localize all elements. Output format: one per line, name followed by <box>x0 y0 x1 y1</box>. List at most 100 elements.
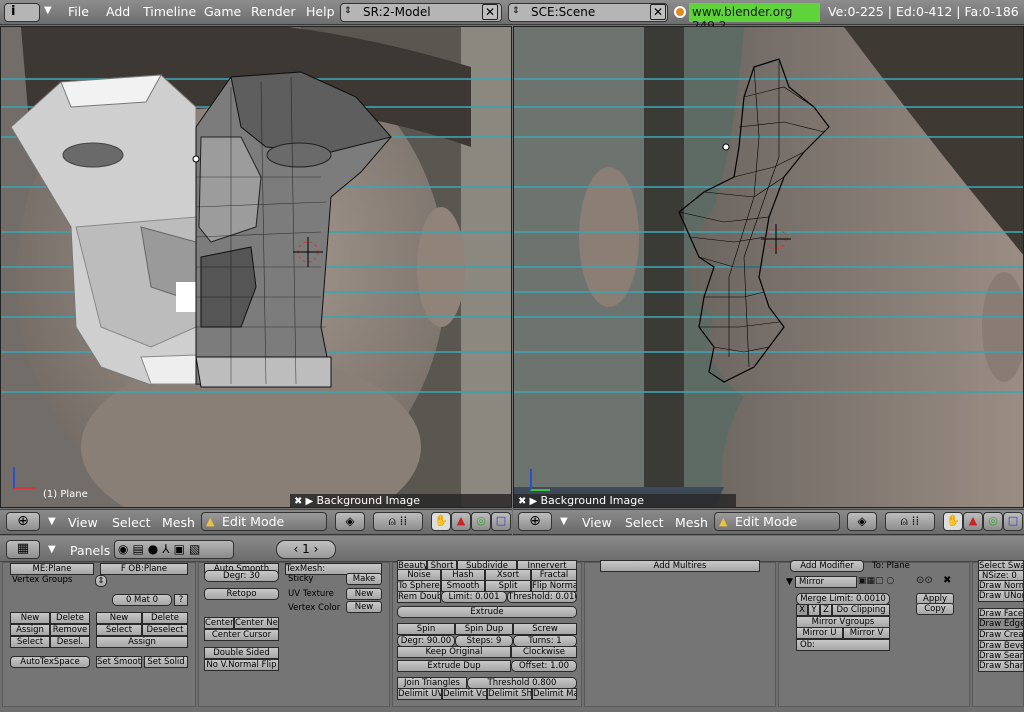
vgroup-select-button[interactable]: Select <box>10 636 50 648</box>
mirror-u-toggle[interactable]: Mirror U <box>796 627 843 639</box>
mirror-v-toggle[interactable]: Mirror V <box>843 627 890 639</box>
screen-selector[interactable]: SR:2-Model <box>340 3 502 22</box>
set-smooth-button[interactable]: Set Smoot <box>96 656 142 668</box>
editor-type-icon[interactable]: ⊕ <box>6 512 40 531</box>
background-image-bar[interactable]: ✖ ▶ Background Image <box>290 494 511 507</box>
menu-file[interactable]: File <box>68 4 89 19</box>
menu-render[interactable]: Render <box>251 4 296 19</box>
viewport-side[interactable]: ✖ ▶ Background Image <box>513 26 1024 508</box>
translate-icon[interactable]: ▲ <box>963 512 983 531</box>
axis-y-toggle[interactable]: Y <box>808 604 820 616</box>
rotate-icon[interactable]: ◎ <box>983 512 1003 531</box>
spin-button[interactable]: Spin <box>397 623 455 635</box>
layer-icon[interactable]: ⍝ ⁞⁞ <box>373 512 423 531</box>
delimit-vco-toggle[interactable]: Delimit Vco <box>442 688 487 700</box>
menu-select[interactable]: Select <box>625 515 664 530</box>
material-stepper[interactable]: 0 Mat 0 <box>112 594 172 606</box>
manipulator-hand-icon[interactable]: ✋ <box>943 512 963 531</box>
clockwise-toggle[interactable]: Clockwise <box>511 646 577 658</box>
pivot-selector[interactable]: ◈ <box>847 512 877 531</box>
menu-view[interactable]: View <box>582 515 612 530</box>
pivot-selector[interactable]: ◈ <box>335 512 365 531</box>
layer-icon[interactable]: ⍝ ⁞⁞ <box>885 512 935 531</box>
menu-mesh[interactable]: Mesh <box>162 515 195 530</box>
limit-field[interactable]: Limit: 0.001 <box>441 591 507 603</box>
vertex-color-new-button[interactable]: New <box>346 601 382 613</box>
object-name-field[interactable]: F OB:Plane <box>100 563 188 575</box>
material-new-button[interactable]: New <box>96 612 142 624</box>
remove-doubles-button[interactable]: Rem Doubl <box>397 591 441 603</box>
threshold-field[interactable]: Threshold: 0.010 <box>507 591 577 603</box>
menu-game[interactable]: Game <box>204 4 241 19</box>
double-sided-toggle[interactable]: Double Sided <box>204 647 279 659</box>
retopo-toggle[interactable]: Retopo <box>204 588 279 600</box>
axis-x-toggle[interactable]: X <box>796 604 808 616</box>
translate-icon[interactable]: ▲ <box>451 512 471 531</box>
header-collapse-icon[interactable]: ▼ <box>560 516 568 527</box>
vgroup-delete-button[interactable]: Delete <box>50 612 90 624</box>
extrude-dup-button[interactable]: Extrude Dup <box>397 660 511 672</box>
modifier-remove-icon[interactable]: ✖ <box>943 575 951 586</box>
page-stepper[interactable]: ‹ 1 › <box>276 540 336 559</box>
vertex-groups-menu[interactable]: ⇕ <box>95 575 107 587</box>
material-help[interactable]: ? <box>174 594 188 606</box>
vgroup-remove-button[interactable]: Remove <box>50 624 90 636</box>
mode-selector[interactable]: Edit Mode <box>201 512 327 531</box>
modifier-move-icons[interactable]: ⊙⊙ <box>916 575 933 586</box>
viewport-front[interactable]: (1) Plane ✖ ▶ Background Image <box>0 26 512 508</box>
menu-timeline[interactable]: Timeline <box>143 4 196 19</box>
mesh-front[interactable] <box>1 27 512 508</box>
add-modifier-menu[interactable]: Add Modifier <box>790 560 864 572</box>
set-solid-button[interactable]: Set Solid <box>144 656 188 668</box>
material-deselect-button[interactable]: Deselect <box>142 624 188 636</box>
context-tabs[interactable]: ◉▤●⅄▣▧ <box>114 540 234 559</box>
keep-original-toggle[interactable]: Keep Original <box>397 646 511 658</box>
offset-field[interactable]: Offset: 1.00 <box>511 660 577 672</box>
vgroup-assign-button[interactable]: Assign <box>10 624 50 636</box>
vgroup-deselect-button[interactable]: Desel. <box>50 636 90 648</box>
screw-button[interactable]: Screw <box>513 623 577 635</box>
screen-delete-icon[interactable]: ✕ <box>482 4 498 20</box>
copy-modifier-button[interactable]: Copy <box>916 603 954 615</box>
vgroup-new-button[interactable]: New <box>10 612 50 624</box>
material-delete-button[interactable]: Delete <box>142 612 188 624</box>
smooth-degree-field[interactable]: Degr: 30 <box>204 570 279 582</box>
menu-add[interactable]: Add <box>106 4 130 19</box>
mirror-object-field[interactable]: Ob: <box>796 639 890 651</box>
header-collapse-icon[interactable]: ▼ <box>48 516 56 527</box>
modifier-visibility-icons[interactable]: ▣▦▢ ○ <box>858 576 894 586</box>
scale-icon[interactable]: □ <box>1003 512 1023 531</box>
menu-view[interactable]: View <box>68 515 98 530</box>
scale-icon[interactable]: □ <box>491 512 511 531</box>
no-normal-flip-toggle[interactable]: No V.Normal Flip <box>204 659 279 671</box>
center-cursor-button[interactable]: Center Cursor <box>204 629 279 641</box>
do-clipping-toggle[interactable]: Do Clipping <box>832 604 890 616</box>
delimit-uv-toggle[interactable]: Delimit UV <box>397 688 442 700</box>
scene-menu-icon[interactable]: ⇕ <box>512 6 520 16</box>
delimit-sha-toggle[interactable]: Delimit Sha <box>487 688 532 700</box>
draw-unormals-toggle[interactable]: Draw UNormals <box>978 590 1024 602</box>
screen-menu-icon[interactable]: ⇕ <box>344 6 352 16</box>
info-icon[interactable]: i <box>4 3 40 22</box>
rotate-icon[interactable]: ◎ <box>471 512 491 531</box>
sticky-make-button[interactable]: Make <box>346 573 382 585</box>
center-button[interactable]: Center <box>204 617 234 629</box>
draw-sharp-toggle[interactable]: Draw Sharp <box>978 660 1024 672</box>
mesh-side[interactable] <box>514 27 1024 508</box>
uv-texture-new-button[interactable]: New <box>346 588 382 600</box>
scene-selector[interactable]: SCE:Scene <box>508 3 668 22</box>
menu-mesh[interactable]: Mesh <box>675 515 708 530</box>
autotexspace-toggle[interactable]: AutoTexSpace <box>10 656 90 668</box>
material-select-button[interactable]: Select <box>96 624 142 636</box>
add-multires-button[interactable]: Add Multires <box>600 560 760 572</box>
manipulator-hand-icon[interactable]: ✋ <box>431 512 451 531</box>
scene-delete-icon[interactable]: ✕ <box>650 4 666 20</box>
menu-select[interactable]: Select <box>112 515 151 530</box>
modifier-expand-icon[interactable]: ▼ <box>786 577 793 587</box>
editor-type-icon[interactable]: ▦ <box>6 540 40 559</box>
menu-collapse-icon[interactable]: ▼ <box>44 5 52 16</box>
material-assign-button[interactable]: Assign <box>96 636 188 648</box>
mode-selector[interactable]: Edit Mode <box>714 512 840 531</box>
axis-z-toggle[interactable]: Z <box>820 604 832 616</box>
menu-help[interactable]: Help <box>306 4 335 19</box>
